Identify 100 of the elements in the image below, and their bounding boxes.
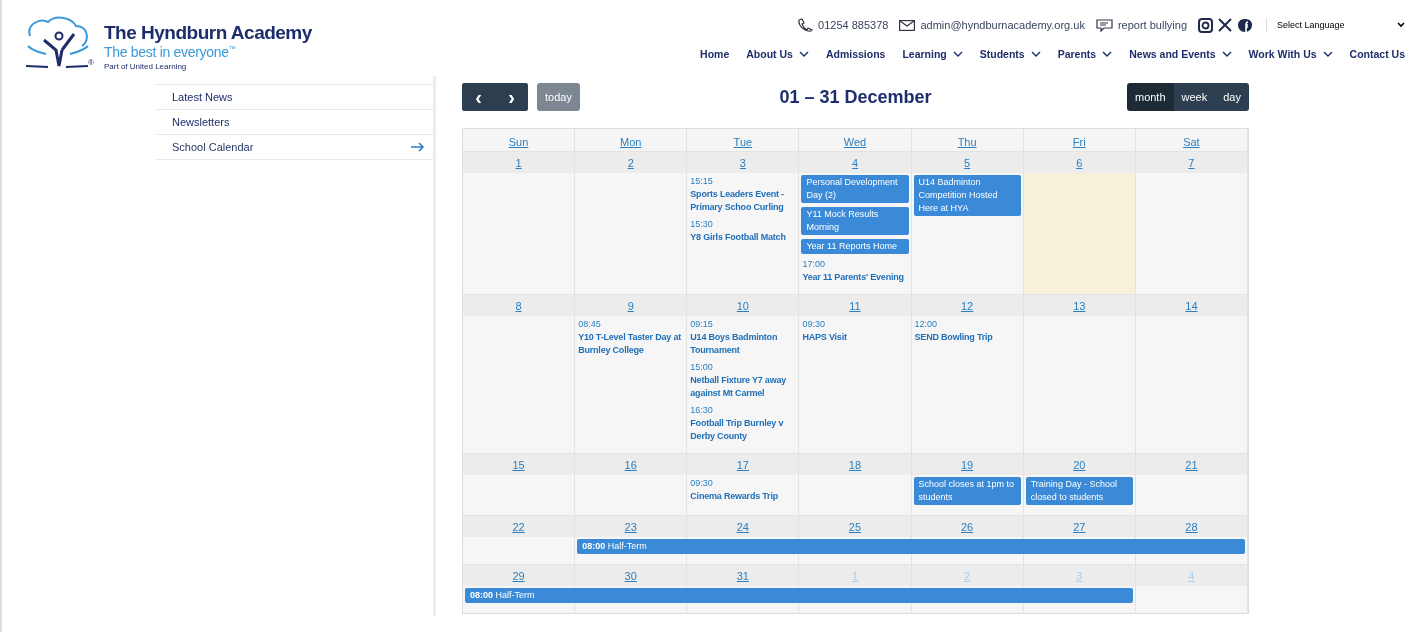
day-number[interactable]: 1 bbox=[515, 157, 522, 169]
calendar-event[interactable]: 08:00 Half-Term bbox=[577, 539, 688, 554]
day-number[interactable]: 21 bbox=[1185, 459, 1198, 471]
event-bar-segment[interactable] bbox=[1023, 588, 1133, 603]
day-number[interactable]: 13 bbox=[1073, 300, 1086, 312]
facebook-icon[interactable] bbox=[1237, 17, 1253, 33]
day-number[interactable]: 29 bbox=[512, 570, 525, 582]
day-number[interactable]: 2 bbox=[627, 157, 634, 169]
day-number[interactable]: 30 bbox=[624, 570, 637, 582]
event-time: 16:30 bbox=[690, 404, 714, 417]
day-number[interactable]: 4 bbox=[851, 157, 859, 169]
registered-mark: ® bbox=[88, 58, 94, 67]
school-name: The Hyndburn Academy bbox=[104, 22, 312, 44]
day-number[interactable]: 22 bbox=[512, 521, 525, 533]
day-number[interactable]: 7 bbox=[1188, 157, 1195, 169]
sidebar-item[interactable]: School Calendar bbox=[156, 135, 433, 160]
calendar-event[interactable]: School closes at 1pm to students bbox=[913, 477, 1021, 505]
day-number[interactable]: 11 bbox=[849, 300, 861, 312]
weekday-header[interactable]: Tue bbox=[733, 136, 753, 148]
day-number[interactable]: 28 bbox=[1185, 521, 1198, 533]
day-number[interactable]: 31 bbox=[736, 570, 749, 582]
day-number[interactable]: 25 bbox=[848, 521, 862, 533]
view-tab[interactable]: week bbox=[1173, 83, 1216, 111]
event-title[interactable]: U14 Boys Badminton Tournament bbox=[690, 331, 796, 357]
weekday-header[interactable]: Sat bbox=[1183, 136, 1200, 148]
day-number[interactable]: 9 bbox=[627, 300, 634, 312]
event-bar-segment[interactable] bbox=[1135, 539, 1245, 554]
weekday-header[interactable]: Wed bbox=[843, 136, 867, 148]
school-tagline: The best in everyone$^{™}$ bbox=[104, 44, 237, 60]
view-tab[interactable]: day bbox=[1215, 83, 1249, 111]
event-title[interactable]: Netball Fixture Y7 away against Mt Carmel bbox=[690, 374, 796, 400]
envelope-icon bbox=[899, 19, 916, 31]
day-number[interactable]: 8 bbox=[515, 300, 522, 312]
phone-link[interactable]: 01254 885378 bbox=[818, 19, 889, 31]
event-time: 09:30 bbox=[690, 477, 714, 490]
day-number[interactable]: 16 bbox=[624, 459, 637, 471]
day-number[interactable]: 20 bbox=[1073, 459, 1086, 471]
day-number[interactable]: 5 bbox=[964, 157, 971, 169]
nav-link[interactable]: Admissions bbox=[825, 48, 886, 60]
report-bullying-link[interactable]: report bullying bbox=[1117, 19, 1187, 31]
nav-link[interactable]: Learning bbox=[902, 48, 963, 60]
chevron-down-icon bbox=[1102, 50, 1113, 58]
weekday-header[interactable]: Thu bbox=[957, 136, 977, 148]
weekday-header[interactable]: Sun bbox=[508, 136, 529, 148]
instagram-icon[interactable] bbox=[1198, 17, 1213, 33]
event-title[interactable]: Cinema Rewards Trip bbox=[690, 490, 796, 503]
day-number[interactable]: 14 bbox=[1185, 300, 1198, 312]
day-number[interactable]: 19 bbox=[961, 459, 974, 471]
calendar-event[interactable]: U14 Badminton Competition Hosted Here at HYA bbox=[913, 175, 1021, 216]
sidebar-item[interactable]: Latest News bbox=[156, 84, 433, 110]
nav-link[interactable]: News and Events bbox=[1129, 48, 1232, 60]
today-button[interactable]: today bbox=[537, 83, 580, 111]
day-number[interactable]: 26 bbox=[961, 521, 974, 533]
day-number[interactable]: 10 bbox=[736, 300, 749, 312]
chevron-down-icon bbox=[1030, 50, 1041, 58]
calendar-event[interactable]: 08:00 Half-Term bbox=[465, 588, 576, 603]
view-tab[interactable]: month bbox=[1126, 83, 1174, 111]
day-number[interactable]: 3 bbox=[739, 157, 746, 169]
weekday-header[interactable]: Mon bbox=[620, 136, 642, 148]
nav-link[interactable]: Home bbox=[700, 48, 730, 60]
event-time: 08:45 bbox=[578, 318, 602, 331]
day-number[interactable]: 18 bbox=[848, 459, 862, 471]
event-title[interactable]: SEND Bowling Trip bbox=[914, 331, 1020, 344]
x-logo-icon[interactable] bbox=[1218, 18, 1232, 32]
nav-link[interactable]: About Us bbox=[746, 48, 809, 60]
day-number[interactable]: 17 bbox=[736, 459, 749, 471]
language-select[interactable]: Select Language bbox=[1266, 18, 1405, 32]
event-title[interactable]: Y10 T-Level Taster Day at Burnley College bbox=[578, 331, 684, 357]
caret-icon bbox=[1397, 22, 1405, 28]
day-number[interactable]: 27 bbox=[1073, 521, 1086, 533]
nav-link[interactable]: Students bbox=[979, 48, 1041, 60]
chevron-down-icon bbox=[798, 50, 809, 58]
day-number[interactable]: 12 bbox=[961, 300, 974, 312]
event-time: 15:00 bbox=[690, 361, 714, 374]
day-number[interactable]: 24 bbox=[736, 521, 749, 533]
message-icon bbox=[1095, 18, 1113, 32]
calendar-event[interactable]: Training Day - School closed to students bbox=[1025, 477, 1133, 505]
day-number[interactable]: 23 bbox=[624, 521, 637, 533]
email-link[interactable]: admin@hyndburnacademy.org.uk bbox=[920, 19, 1085, 31]
event-title[interactable]: Football Trip Burnley v Derby County bbox=[690, 417, 796, 443]
calendar-event[interactable]: Y11 Mock Results Morning bbox=[801, 207, 909, 235]
weekday-header[interactable]: Fri bbox=[1072, 136, 1086, 148]
day-number[interactable]: 6 bbox=[1076, 157, 1083, 169]
tree-figure-logo-icon bbox=[26, 16, 92, 70]
event-title[interactable]: Y8 Girls Football Match bbox=[690, 231, 796, 244]
calendar-event[interactable]: Year 11 Reports Home bbox=[801, 239, 909, 254]
event-time: 15:15 bbox=[690, 175, 714, 188]
day-number[interactable]: 15 bbox=[512, 459, 525, 471]
calendar-event[interactable]: Personal Development Day (2) bbox=[801, 175, 909, 203]
event-title[interactable]: Sports Leaders Event - Primary Schoo Curling bbox=[690, 188, 796, 214]
event-title[interactable]: Year 11 Parents' Evening bbox=[802, 271, 908, 284]
nav-link[interactable]: Work With Us bbox=[1248, 48, 1333, 60]
sidebar-item[interactable]: Newsletters bbox=[156, 110, 433, 135]
event-time: 17:00 bbox=[802, 258, 826, 271]
event-title[interactable]: HAPS Visit bbox=[802, 331, 908, 344]
chevron-down-icon bbox=[1221, 50, 1232, 58]
nav-link[interactable]: Parents bbox=[1057, 48, 1113, 60]
nav-link[interactable]: Contact Us bbox=[1349, 48, 1405, 60]
event-time: 09:30 bbox=[802, 318, 826, 331]
chevron-down-icon bbox=[952, 50, 963, 58]
